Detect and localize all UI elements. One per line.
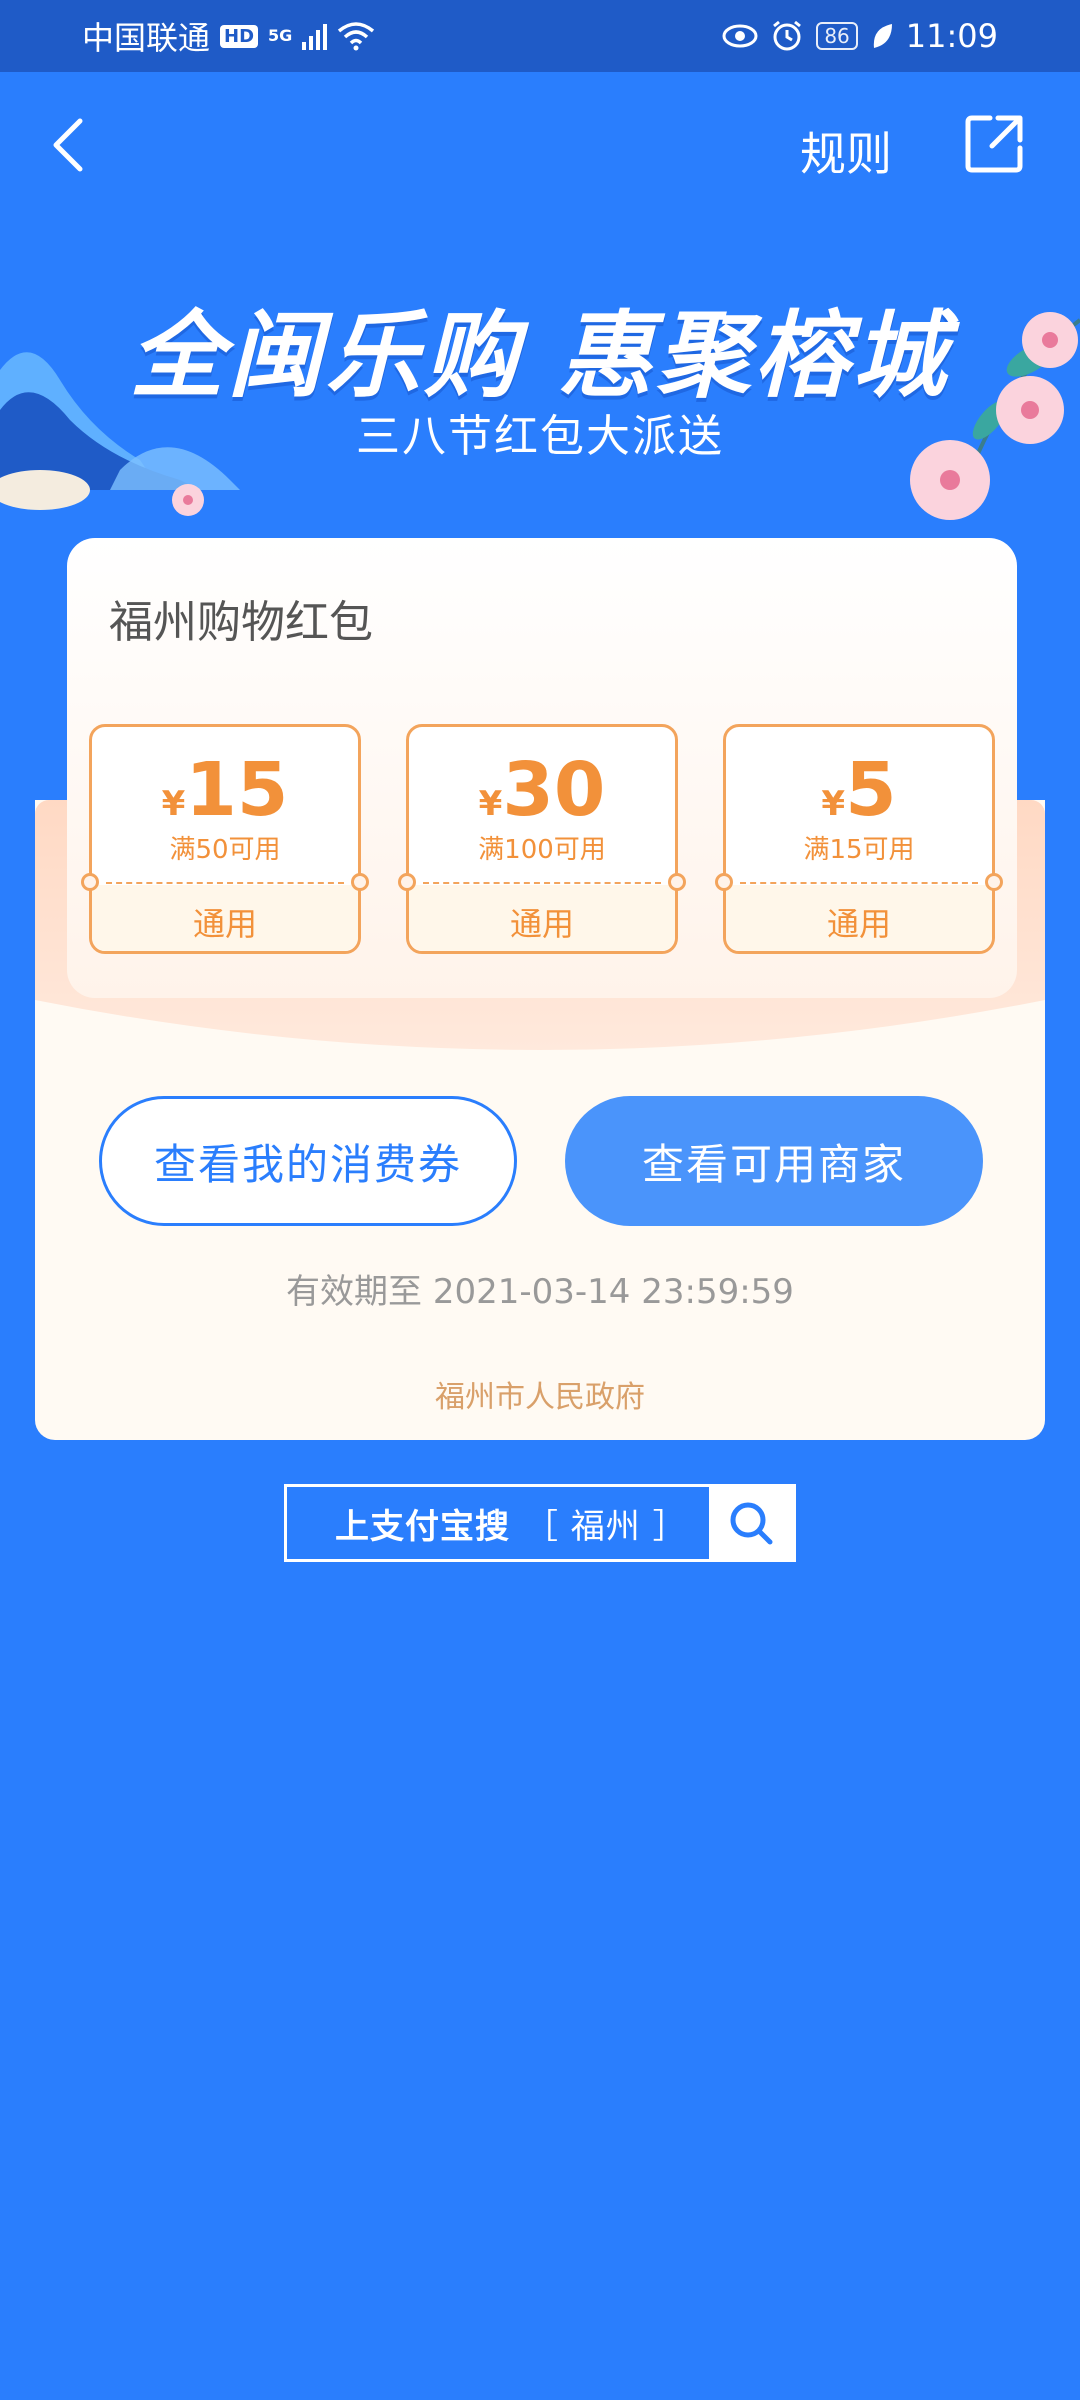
my-vouchers-button[interactable]: 查看我的消费券 [99, 1096, 517, 1226]
status-bar: 中国联通 HD 5G 86 11:09 [0, 0, 1080, 72]
coupon-amount: ¥30 [409, 747, 675, 833]
signal-icon [302, 22, 328, 50]
currency-symbol: ¥ [821, 784, 846, 824]
coupon-value: 5 [845, 747, 897, 833]
leaf-icon [873, 24, 892, 48]
red-packet-card: 福州购物红包 ¥15 满50可用 通用 ¥30 满100可用 通用 ¥5 满15… [67, 538, 1017, 998]
alarm-icon [773, 20, 802, 51]
coupon-divider [106, 882, 344, 884]
coupon-notch [668, 873, 686, 891]
status-left: 中国联通 HD 5G [82, 13, 375, 59]
coupon-notch [398, 873, 416, 891]
eye-icon [722, 24, 758, 48]
small-flower-illustration [172, 484, 204, 516]
card-title: 福州购物红包 [109, 597, 373, 648]
search-button[interactable] [709, 1487, 793, 1559]
banner-subtitle: 三八节红包大派送 [356, 411, 724, 462]
share-button[interactable] [962, 112, 1026, 176]
coupon-divider [423, 882, 661, 884]
coupon-scope: 通用 [192, 905, 257, 943]
envelope-curve [35, 1000, 1045, 1080]
coupon-condition: 满50可用 [169, 835, 281, 865]
banner-title: 全闽乐购 惠聚榕城 [129, 302, 951, 411]
coupon-notch [81, 873, 99, 891]
coupon-notch [985, 873, 1003, 891]
view-merchants-button[interactable]: 查看可用商家 [565, 1096, 983, 1226]
share-icon [965, 115, 1023, 173]
coupon-value: 15 [185, 747, 289, 833]
coupon-amount: ¥15 [92, 747, 358, 833]
coupon-divider [740, 882, 978, 884]
carrier-name: 中国联通 [82, 19, 211, 57]
coupon-card[interactable]: ¥30 满100可用 通用 [398, 724, 686, 954]
issuer-text: 福州市人民政府 [435, 1380, 645, 1415]
wifi-icon [338, 22, 375, 51]
coupon-condition: 满15可用 [803, 835, 915, 865]
currency-symbol: ¥ [161, 784, 186, 824]
coupon-scope: 通用 [509, 905, 574, 943]
hd-badge: HD [220, 24, 259, 48]
search-prefix: 上支付宝搜 [335, 1506, 510, 1547]
search-hint: 上支付宝搜 ［ 福州 ］ [287, 1499, 709, 1548]
coupon-card[interactable]: ¥5 满15可用 通用 [715, 724, 1003, 954]
coupon-condition: 满100可用 [478, 835, 606, 865]
coupon-value: 30 [502, 747, 606, 833]
chevron-left-icon [53, 118, 83, 172]
battery-indicator: 86 [816, 22, 858, 50]
coupon-scope: 通用 [826, 905, 891, 943]
network-type: 5G [268, 26, 293, 45]
coupon-notch [351, 873, 369, 891]
search-keyword: ［ 福州 ］ [524, 1506, 688, 1547]
currency-symbol: ¥ [478, 784, 503, 824]
rules-link[interactable]: 规则 [800, 118, 892, 184]
coupon-amount: ¥5 [726, 747, 992, 833]
coupon-notch [715, 873, 733, 891]
back-button[interactable] [38, 110, 98, 180]
coupon-card[interactable]: ¥15 满50可用 通用 [81, 724, 369, 954]
clock-time: 11:09 [905, 17, 998, 55]
validity-text: 有效期至 2021-03-14 23:59:59 [286, 1272, 794, 1312]
status-right: 86 11:09 [722, 17, 998, 55]
top-nav: 规则 [0, 72, 1080, 218]
alipay-search-tag[interactable]: 上支付宝搜 ［ 福州 ］ [284, 1484, 796, 1562]
search-icon [730, 1502, 773, 1545]
